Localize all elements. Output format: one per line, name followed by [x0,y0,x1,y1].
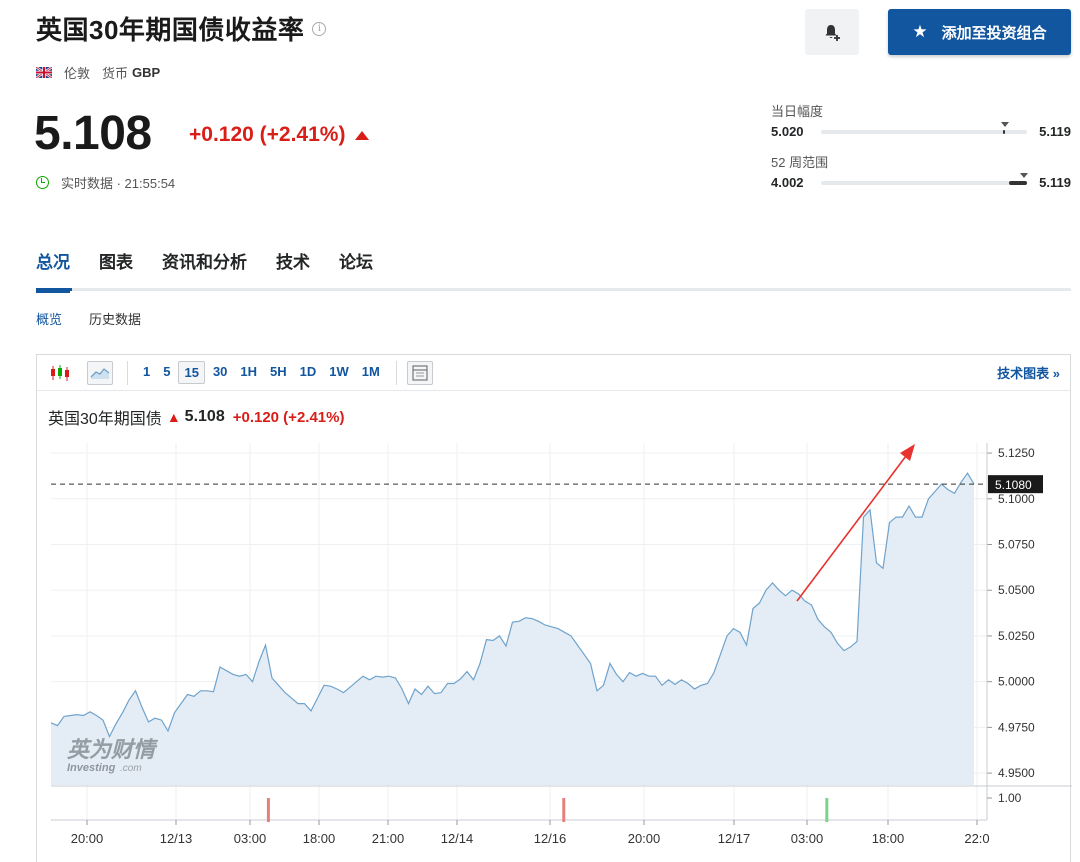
x-tick-label: 03:00 [234,831,267,846]
week52-range-bar [821,172,1028,185]
tab-forum[interactable]: 论坛 [339,248,373,293]
volume-marker [825,798,829,822]
y-tick-label: 4.9750 [998,720,1035,734]
create-alert-button[interactable] [805,9,859,55]
x-tick-label: 20:00 [71,831,104,846]
week52-range: 52 周范围 4.002 5.119 [771,152,1071,190]
watermark-logo-cn: 英为财情 [67,738,159,763]
tab-overview[interactable]: 总况 [36,248,70,293]
y-tick-label: 5.1000 [998,492,1035,506]
day-range-high: 5.119 [1039,124,1071,139]
day-range: 当日幅度 5.020 5.119 [771,101,1071,139]
x-tick-label: 18:00 [872,831,905,846]
x-tick-label: 12/13 [160,831,193,846]
x-tick-label: 12/14 [441,831,474,846]
y-tick-label: 5.0500 [998,583,1035,597]
price-change-value: +0.120 (+2.41%) [189,123,346,146]
tab-chart[interactable]: 图表 [99,248,133,293]
exchange-city: 伦敦 [64,66,91,81]
price-change: +0.120 (+2.41%) [189,123,370,147]
price-area [51,473,974,785]
subtab-historical-data[interactable]: 历史数据 [89,309,141,328]
x-tick-label: 20:00 [628,831,661,846]
last-price: 5.108 [34,107,152,160]
currency-value: GBP [132,65,161,80]
bell-plus-icon [825,25,840,41]
week52-range-high: 5.119 [1039,175,1071,190]
x-tick-label: 12/16 [534,831,567,846]
day-range-marker [1001,121,1009,127]
day-range-bar [821,121,1027,134]
y-tick-label: 5.0000 [998,675,1035,689]
sub-tabs: 概览 历史数据 [36,309,168,328]
x-tick-label: 03:00 [791,831,824,846]
y-tick-label: 5.0250 [998,629,1035,643]
price-chart[interactable]: 5.1250 5.1000 5.0750 5.0500 5.0250 5.0000 4.97… [37,355,1072,862]
clock-icon [36,176,49,189]
add-to-portfolio-button[interactable]: ★ 添加至投资组合 [888,9,1071,55]
realtime-status: 实时数据 · 21:55:54 [36,173,175,192]
realtime-text: 实时数据 · 21:55:54 [61,176,176,191]
add-to-portfolio-label: 添加至投资组合 [941,24,1047,42]
title-row: 英国30年期国债收益率 i [36,10,327,47]
uk-flag-icon [36,67,52,78]
tab-technical[interactable]: 技术 [276,248,310,293]
week52-range-low: 4.002 [771,175,804,190]
volume-marker [266,798,270,822]
main-tabs: 总况 图表 资讯和分析 技术 论坛 [36,248,402,293]
subtab-overview[interactable]: 概览 [36,309,62,328]
currency-label: 货币 [102,66,129,81]
x-tick-label: 12/17 [718,831,751,846]
tabs-underline [36,288,1071,291]
x-tick-label: 18:00 [303,831,336,846]
day-range-low: 5.020 [771,124,804,139]
info-icon[interactable]: i [312,21,327,36]
current-price-label: 5.1080 [995,478,1032,492]
page-title: 英国30年期国债收益率 [36,15,305,45]
star-icon: ★ [912,22,928,41]
y-tick-label: 5.0750 [998,538,1035,552]
annotation-arrow-head [900,444,915,461]
tab-news-analysis[interactable]: 资讯和分析 [162,248,247,293]
volume-tick-label: 1.00 [998,791,1022,805]
watermark-logo-suffix: .com [120,763,142,774]
week52-range-marker [1020,172,1028,178]
y-tick-label: 5.1250 [998,446,1035,460]
chart-widget: 1 5 15 30 1H 5H 1D 1W 1M 技术图表 » 英国30年期国债 ▲ 5.108… [36,354,1072,862]
volume-marker [562,798,566,822]
day-range-label: 当日幅度 [771,104,824,119]
instrument-meta: 伦敦 货币 GBP [36,63,160,82]
x-tick-label: 21:00 [372,831,405,846]
y-tick-label: 4.9500 [998,766,1035,780]
week52-range-label: 52 周范围 [771,155,829,170]
watermark-logo-en: Investing [67,762,116,774]
x-tick-label: 22:0 [964,831,989,846]
up-triangle-icon [355,130,370,140]
